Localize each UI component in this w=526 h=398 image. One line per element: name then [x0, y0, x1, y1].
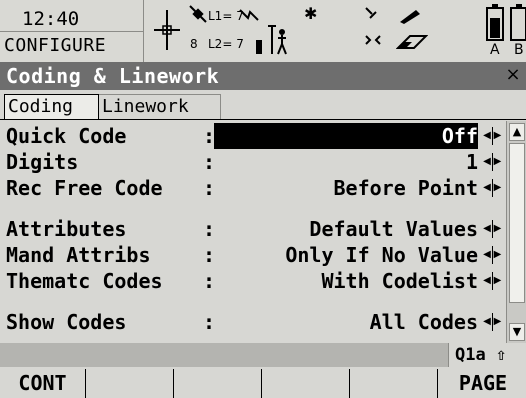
satellite-count: 8 — [190, 37, 198, 51]
input-status-bar: Q1a ⇧ — [0, 343, 526, 367]
field-mand-attribs[interactable]: Mand Attribs : Only If No Value ◀ ▶ — [0, 242, 506, 268]
value-arrows[interactable]: ◀ ▶ — [482, 272, 502, 290]
status-bar: 12:40 CONFIGURE 8 L1= 7 L2= 7 ✱ A B — [0, 0, 526, 62]
left-arrow-icon[interactable]: ◀ — [482, 272, 492, 290]
colon: : — [203, 176, 216, 200]
value-arrows[interactable]: ◀ ▶ — [482, 153, 502, 171]
left-arrow-icon[interactable]: ◀ — [482, 246, 492, 264]
field-rec-free-code[interactable]: Rec Free Code : Before Point ◀ ▶ — [0, 175, 506, 201]
field-label: Thematc Codes — [6, 269, 163, 293]
left-arrow-icon[interactable]: ◀ — [482, 220, 492, 238]
battery-b-label: B — [514, 42, 524, 58]
colon: : — [203, 243, 216, 267]
radio-icon — [365, 7, 377, 19]
antenna-height-icon — [256, 25, 287, 55]
selection-highlight — [214, 123, 478, 149]
crosshair-icon — [154, 10, 180, 50]
left-arrow-icon[interactable]: ◀ — [482, 127, 492, 145]
field-label: Rec Free Code — [6, 176, 163, 200]
field-label: Attributes — [6, 217, 127, 241]
softkey-f3[interactable] — [176, 369, 262, 398]
field-label: Show Codes — [6, 310, 127, 334]
eraser-icon — [396, 35, 428, 49]
tab-linework[interactable]: Linework — [99, 94, 221, 120]
field-label: Mand Attribs — [6, 243, 151, 267]
field-label: Quick Code — [6, 124, 127, 148]
divider — [0, 31, 144, 32]
l2-count: L2= 7 — [208, 37, 244, 51]
value-arrows[interactable]: ◀ ▶ — [482, 220, 502, 238]
signal-arrow-icon — [239, 9, 259, 21]
colon: : — [203, 269, 216, 293]
field-value[interactable]: Default Values — [309, 216, 478, 242]
field-thematc-codes[interactable]: Thematc Codes : With Codelist ◀ ▶ — [0, 268, 506, 294]
softkey-f4[interactable] — [264, 369, 350, 398]
title-bar: Coding & Linework × — [0, 62, 526, 90]
field-value[interactable]: 1 — [466, 149, 478, 175]
scroll-down-icon[interactable]: ▼ — [509, 323, 525, 341]
right-arrow-icon[interactable]: ▶ — [492, 220, 502, 238]
field-label: Digits — [6, 150, 79, 174]
field-value[interactable]: Only If No Value — [285, 242, 478, 268]
page-title: Coding & Linework — [6, 64, 220, 88]
battery-icon — [486, 4, 526, 41]
softkey-bar: CONT PAGE — [0, 367, 526, 398]
right-arrow-icon[interactable]: ▶ — [492, 127, 502, 145]
softkey-f1-cont[interactable]: CONT — [0, 369, 86, 398]
value-arrows[interactable]: ◀ ▶ — [482, 313, 502, 331]
close-button[interactable]: × — [504, 64, 522, 86]
field-value[interactable]: With Codelist — [321, 268, 478, 294]
value-arrows[interactable]: ◀ ▶ — [482, 127, 502, 145]
field-show-codes[interactable]: Show Codes : All Codes ◀ ▶ — [0, 309, 506, 335]
softkey-f5[interactable] — [352, 369, 438, 398]
value-arrows[interactable]: ◀ ▶ — [482, 246, 502, 264]
colon: : — [203, 310, 216, 334]
value-arrows[interactable]: ◀ ▶ — [482, 179, 502, 197]
field-value[interactable]: Off — [442, 123, 478, 149]
input-mode-indicator: Q1a ⇧ — [448, 343, 526, 367]
field-quick-code[interactable]: Quick Code : Off ◀ ▶ — [0, 123, 506, 149]
right-arrow-icon[interactable]: ▶ — [492, 153, 502, 171]
right-arrow-icon[interactable]: ▶ — [492, 272, 502, 290]
left-arrow-icon[interactable]: ◀ — [482, 179, 492, 197]
softkey-f2[interactable] — [88, 369, 174, 398]
scrollbar-thumb[interactable] — [509, 143, 525, 303]
tab-divider — [0, 119, 526, 120]
right-arrow-icon[interactable]: ▶ — [492, 179, 502, 197]
right-arrow-icon[interactable]: ▶ — [492, 313, 502, 331]
battery-a-label: A — [490, 42, 500, 58]
field-digits[interactable]: Digits : 1 ◀ ▶ — [0, 149, 506, 175]
field-value[interactable]: Before Point — [334, 175, 479, 201]
left-arrow-icon[interactable]: ◀ — [482, 313, 492, 331]
colon: : — [203, 217, 216, 241]
field-value[interactable]: All Codes — [370, 309, 478, 335]
colon: : — [203, 150, 216, 174]
bluetooth-icon: ✱ — [304, 4, 318, 23]
softkey-f6-page[interactable]: PAGE — [440, 369, 526, 398]
tab-bar: Coding Linework — [0, 90, 526, 120]
satellite-icon — [189, 5, 207, 23]
left-arrow-icon[interactable]: ◀ — [482, 153, 492, 171]
time-mode-box: 12:40 CONFIGURE — [0, 0, 144, 62]
clock: 12:40 — [22, 8, 80, 30]
tab-coding[interactable]: Coding — [4, 94, 99, 120]
right-arrow-icon[interactable]: ▶ — [492, 246, 502, 264]
mode-label: CONFIGURE — [4, 35, 107, 56]
scrollbar[interactable]: ▲ ▼ — [506, 121, 526, 343]
scroll-up-icon[interactable]: ▲ — [509, 123, 525, 141]
pen-icon — [400, 10, 420, 24]
link-icon — [365, 35, 381, 45]
field-attributes[interactable]: Attributes : Default Values ◀ ▶ — [0, 216, 506, 242]
